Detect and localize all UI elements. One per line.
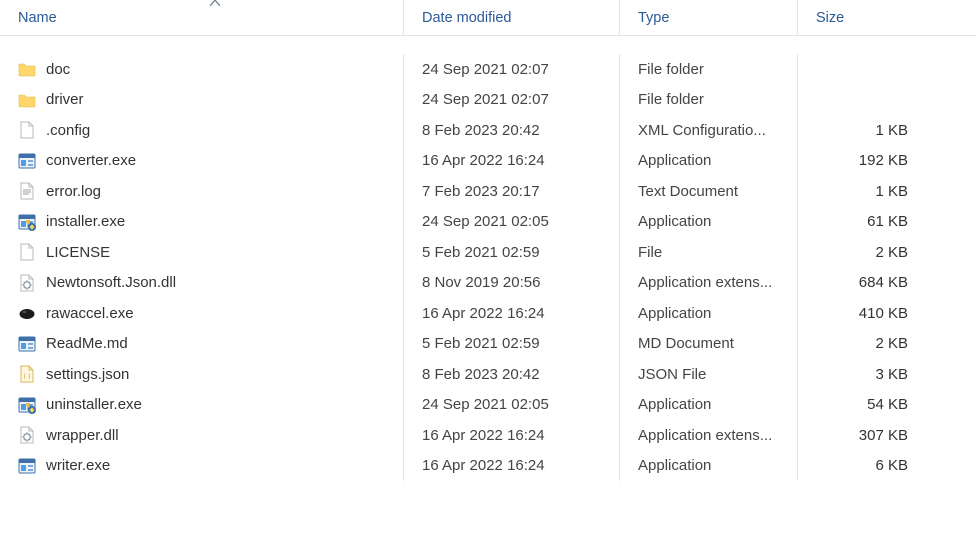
file-name: wrapper.dll [46, 427, 119, 444]
blank-file-icon [18, 243, 36, 261]
file-type: File [620, 237, 798, 268]
file-date: 8 Nov 2019 20:56 [404, 268, 620, 299]
file-size: 2 KB [798, 244, 938, 261]
file-name: ReadMe.md [46, 335, 128, 352]
file-name: .config [46, 122, 90, 139]
file-row[interactable]: converter.exe 16 Apr 2022 16:24Applicatio… [0, 146, 976, 177]
file-date: 8 Feb 2023 20:42 [404, 359, 620, 390]
column-header-name[interactable]: Name [0, 0, 404, 35]
file-name: doc [46, 61, 70, 78]
file-size: 684 KB [798, 274, 938, 291]
json-file-icon: { } [18, 365, 36, 383]
file-rows: doc 24 Sep 2021 02:07File folder driver 24 … [0, 36, 976, 481]
column-header-size[interactable]: Size [798, 0, 938, 35]
exe-icon [18, 152, 36, 170]
exe-admin-icon [18, 396, 36, 414]
blank-file-icon [18, 121, 36, 139]
column-header-type[interactable]: Type [620, 0, 798, 35]
file-size: 54 KB [798, 396, 938, 413]
file-row[interactable]: installer.exe 24 Sep 2021 02:05Applicatio… [0, 207, 976, 238]
file-type: JSON File [620, 359, 798, 390]
file-row[interactable]: driver 24 Sep 2021 02:07File folder [0, 85, 976, 116]
file-name: rawaccel.exe [46, 305, 134, 322]
file-date: 16 Apr 2022 16:24 [404, 298, 620, 329]
file-row[interactable]: error.log 7 Feb 2023 20:17Text Document1 … [0, 176, 976, 207]
file-row[interactable]: ReadMe.md 5 Feb 2021 02:59MD Document2 KB [0, 329, 976, 360]
file-type: XML Configuratio... [620, 115, 798, 146]
file-date: 24 Sep 2021 02:07 [404, 85, 620, 116]
file-name: writer.exe [46, 457, 110, 474]
file-size: 307 KB [798, 427, 938, 444]
file-row[interactable]: Newtonsoft.Json.dll 8 Nov 2019 20:56Appli… [0, 268, 976, 299]
svg-text:{ }: { } [23, 374, 30, 380]
file-row[interactable]: .config 8 Feb 2023 20:42XML Configuratio.… [0, 115, 976, 146]
file-type: Application [620, 146, 798, 177]
file-type: Application [620, 390, 798, 421]
file-type: Text Document [620, 176, 798, 207]
file-type: File folder [620, 54, 798, 85]
file-date: 24 Sep 2021 02:05 [404, 207, 620, 238]
file-name: error.log [46, 183, 101, 200]
column-header-row: Name Date modified Type Size [0, 0, 976, 36]
file-row[interactable]: doc 24 Sep 2021 02:07File folder [0, 54, 976, 85]
file-date: 24 Sep 2021 02:07 [404, 54, 620, 85]
file-type: Application extens... [620, 420, 798, 451]
file-type: Application [620, 298, 798, 329]
file-date: 5 Feb 2021 02:59 [404, 237, 620, 268]
exe-admin-icon [18, 213, 36, 231]
file-row[interactable]: { } settings.json 8 Feb 2023 20:42JSON Fil… [0, 359, 976, 390]
exe-icon [18, 457, 36, 475]
file-type: MD Document [620, 329, 798, 360]
file-date: 16 Apr 2022 16:24 [404, 146, 620, 177]
file-type: File folder [620, 85, 798, 116]
dll-icon [18, 274, 36, 292]
file-size: 192 KB [798, 152, 938, 169]
file-size: 3 KB [798, 366, 938, 383]
file-name: settings.json [46, 366, 129, 383]
folder-icon [18, 91, 36, 109]
file-date: 16 Apr 2022 16:24 [404, 420, 620, 451]
file-size: 2 KB [798, 335, 938, 352]
file-date: 24 Sep 2021 02:05 [404, 390, 620, 421]
file-row[interactable]: uninstaller.exe 24 Sep 2021 02:05Applicat… [0, 390, 976, 421]
dll-icon [18, 426, 36, 444]
file-name: driver [46, 91, 84, 108]
folder-icon [18, 60, 36, 78]
file-date: 16 Apr 2022 16:24 [404, 451, 620, 482]
file-row[interactable]: rawaccel.exe 16 Apr 2022 16:24Application… [0, 298, 976, 329]
file-name: LICENSE [46, 244, 110, 261]
app-dark-icon [18, 304, 36, 322]
file-date: 8 Feb 2023 20:42 [404, 115, 620, 146]
column-header-date[interactable]: Date modified [404, 0, 620, 35]
file-type: Application [620, 451, 798, 482]
exe-icon [18, 335, 36, 353]
file-size: 6 KB [798, 457, 938, 474]
file-size: 1 KB [798, 122, 938, 139]
file-row[interactable]: writer.exe 16 Apr 2022 16:24Application6 … [0, 451, 976, 482]
file-size: 61 KB [798, 213, 938, 230]
text-file-icon [18, 182, 36, 200]
file-date: 7 Feb 2023 20:17 [404, 176, 620, 207]
file-name: converter.exe [46, 152, 136, 169]
file-date: 5 Feb 2021 02:59 [404, 329, 620, 360]
file-row[interactable]: wrapper.dll 16 Apr 2022 16:24Application … [0, 420, 976, 451]
file-list: Name Date modified Type Size doc 24 Sep 2… [0, 0, 976, 481]
file-row[interactable]: LICENSE 5 Feb 2021 02:59File2 KB [0, 237, 976, 268]
file-type: Application extens... [620, 268, 798, 299]
file-type: Application [620, 207, 798, 238]
file-size: 410 KB [798, 305, 938, 322]
file-size: 1 KB [798, 183, 938, 200]
file-name: installer.exe [46, 213, 125, 230]
file-name: Newtonsoft.Json.dll [46, 274, 176, 291]
sort-indicator-icon [210, 0, 220, 9]
file-name: uninstaller.exe [46, 396, 142, 413]
